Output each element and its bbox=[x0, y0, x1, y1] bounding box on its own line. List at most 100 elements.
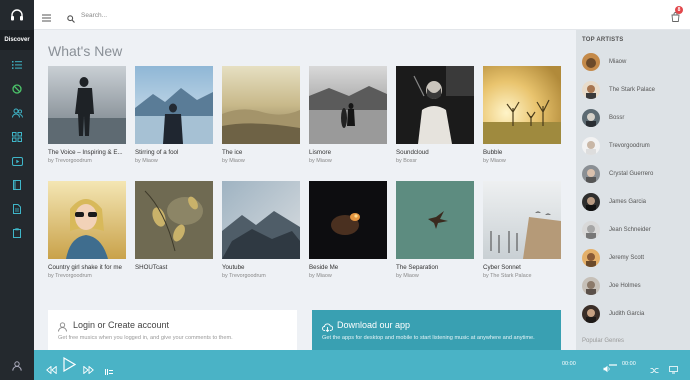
card-title[interactable]: The Separation bbox=[396, 264, 474, 271]
album-card[interactable]: Bubble by Miaow bbox=[483, 66, 561, 164]
card-title[interactable]: Lismore bbox=[309, 149, 387, 156]
search-input[interactable] bbox=[81, 9, 281, 21]
album-card[interactable]: Youtube by Trevorgoodrum bbox=[222, 181, 300, 279]
artist-name[interactable]: Jean Schneider bbox=[609, 227, 651, 233]
sidebar-item-discover[interactable]: Discover bbox=[0, 30, 34, 50]
album-card[interactable]: The Separation by Miaow bbox=[396, 181, 474, 279]
artist-name[interactable]: Bossr bbox=[609, 115, 624, 121]
album-cover[interactable] bbox=[483, 66, 561, 144]
album-card[interactable]: Beside Me by Miaow bbox=[309, 181, 387, 279]
screen-icon[interactable] bbox=[669, 361, 678, 379]
volume-icon[interactable] bbox=[603, 360, 611, 378]
artist-item[interactable]: Trevorgoodrum bbox=[582, 136, 650, 156]
user-profile-icon[interactable] bbox=[0, 354, 34, 378]
artist-item[interactable]: The Stark Palace bbox=[582, 80, 655, 100]
users-icon[interactable] bbox=[0, 101, 34, 125]
artist-item[interactable]: Joe Holmes bbox=[582, 276, 641, 296]
card-artist[interactable]: by The Stark Palace bbox=[483, 273, 561, 279]
card-artist[interactable]: by Miaow bbox=[483, 158, 561, 164]
album-cover[interactable] bbox=[48, 66, 126, 144]
artist-item[interactable]: Crystal Guerrero bbox=[582, 164, 653, 184]
previous-icon[interactable] bbox=[46, 361, 57, 379]
card-title[interactable]: Cyber Sonnet bbox=[483, 264, 561, 271]
card-artist[interactable]: by Miaow bbox=[309, 273, 387, 279]
artist-name[interactable]: Judith Garcia bbox=[609, 311, 644, 317]
album-card[interactable]: Cyber Sonnet by The Stark Palace bbox=[483, 181, 561, 279]
artist-name[interactable]: Jeremy Scott bbox=[609, 255, 644, 261]
artist-item[interactable]: James Garcia bbox=[582, 192, 646, 212]
page-title: What's New bbox=[48, 43, 123, 59]
artist-item[interactable]: Bossr bbox=[582, 108, 624, 128]
card-title[interactable]: Country girl shake it for me bbox=[48, 264, 126, 271]
total-time: 00:00 bbox=[622, 361, 636, 367]
list-icon[interactable] bbox=[0, 53, 34, 77]
login-title[interactable]: Login or Create account bbox=[73, 320, 169, 330]
card-title[interactable]: The Voice – Inspiring & E... bbox=[48, 149, 126, 156]
login-box[interactable]: Login or Create account Get free musics … bbox=[48, 310, 297, 350]
clipboard-icon[interactable] bbox=[0, 221, 34, 245]
artist-name[interactable]: Crystal Guerrero bbox=[609, 171, 653, 177]
card-artist[interactable]: by Bossr bbox=[396, 158, 474, 164]
artist-name[interactable]: Trevorgoodrum bbox=[609, 143, 650, 149]
artist-name[interactable]: James Garcia bbox=[609, 199, 646, 205]
play-icon[interactable] bbox=[63, 356, 77, 377]
card-artist[interactable]: by Miaow bbox=[222, 158, 300, 164]
download-title[interactable]: Download our app bbox=[337, 320, 410, 330]
playlist-icon[interactable] bbox=[105, 362, 113, 380]
album-card[interactable]: Lismore by Miaow bbox=[309, 66, 387, 164]
album-card[interactable]: The Voice – Inspiring & E... by Trevorgo… bbox=[48, 66, 126, 164]
artist-item[interactable]: Jean Schneider bbox=[582, 220, 651, 240]
album-cover[interactable] bbox=[309, 66, 387, 144]
card-title[interactable]: Bubble bbox=[483, 149, 561, 156]
card-title[interactable]: Soundcloud bbox=[396, 149, 474, 156]
video-icon[interactable] bbox=[0, 149, 34, 173]
book-icon[interactable] bbox=[0, 173, 34, 197]
card-artist[interactable]: by Miaow bbox=[135, 158, 213, 164]
card-artist[interactable]: by Miaow bbox=[309, 158, 387, 164]
album-card[interactable]: Soundcloud by Bossr bbox=[396, 66, 474, 164]
album-cover[interactable] bbox=[135, 66, 213, 144]
album-card[interactable]: Stirring of a fool by Miaow bbox=[135, 66, 213, 164]
cart-count-badge: 8 bbox=[675, 6, 683, 14]
block-icon[interactable] bbox=[0, 77, 34, 101]
card-artist[interactable]: by Trevorgoodrum bbox=[222, 273, 300, 279]
card-title[interactable]: Beside Me bbox=[309, 264, 387, 271]
artist-item[interactable]: Miaow bbox=[582, 52, 626, 72]
card-artist[interactable]: by Trevorgoodrum bbox=[48, 158, 126, 164]
card-title[interactable]: Stirring of a fool bbox=[135, 149, 213, 156]
album-card[interactable]: The ice by Miaow bbox=[222, 66, 300, 164]
album-cover[interactable] bbox=[222, 66, 300, 144]
album-cover[interactable] bbox=[396, 181, 474, 259]
album-card[interactable]: SHOUTcast bbox=[135, 181, 213, 273]
album-cover[interactable] bbox=[309, 181, 387, 259]
album-cover[interactable] bbox=[222, 181, 300, 259]
artist-item[interactable]: Jeremy Scott bbox=[582, 248, 644, 268]
artist-name[interactable]: Miaow bbox=[609, 59, 626, 65]
card-artist[interactable]: by Trevorgoodrum bbox=[48, 273, 126, 279]
album-card[interactable]: Country girl shake it for me by Trevorgo… bbox=[48, 181, 126, 279]
album-cover[interactable] bbox=[396, 66, 474, 144]
next-icon[interactable] bbox=[83, 361, 94, 379]
avatar bbox=[582, 81, 600, 99]
album-cover[interactable] bbox=[48, 181, 126, 259]
main-content: What's New The Voice – Inspiring & E... … bbox=[34, 30, 576, 350]
hamburger-menu-icon[interactable] bbox=[42, 9, 51, 27]
shuffle-icon[interactable] bbox=[650, 361, 659, 379]
card-artist[interactable]: by Miaow bbox=[396, 273, 474, 279]
artist-item[interactable]: Judith Garcia bbox=[582, 304, 644, 324]
card-title[interactable]: The ice bbox=[222, 149, 300, 156]
file-icon[interactable] bbox=[0, 197, 34, 221]
top-artists-title: TOP ARTISTS bbox=[582, 37, 624, 43]
grid-icon[interactable] bbox=[0, 125, 34, 149]
login-text: Get free musics when you logged in, and … bbox=[58, 335, 233, 341]
search-icon[interactable] bbox=[67, 10, 75, 28]
artist-name[interactable]: The Stark Palace bbox=[609, 87, 655, 93]
download-app-box[interactable]: Download our app Get the apps for deskto… bbox=[312, 310, 561, 350]
download-text: Get the apps for desktop and mobile to s… bbox=[322, 335, 535, 341]
card-title[interactable]: SHOUTcast bbox=[135, 264, 213, 271]
album-cover[interactable] bbox=[135, 181, 213, 259]
headphones-icon[interactable] bbox=[0, 0, 34, 30]
artist-name[interactable]: Joe Holmes bbox=[609, 283, 641, 289]
card-title[interactable]: Youtube bbox=[222, 264, 300, 271]
album-cover[interactable] bbox=[483, 181, 561, 259]
